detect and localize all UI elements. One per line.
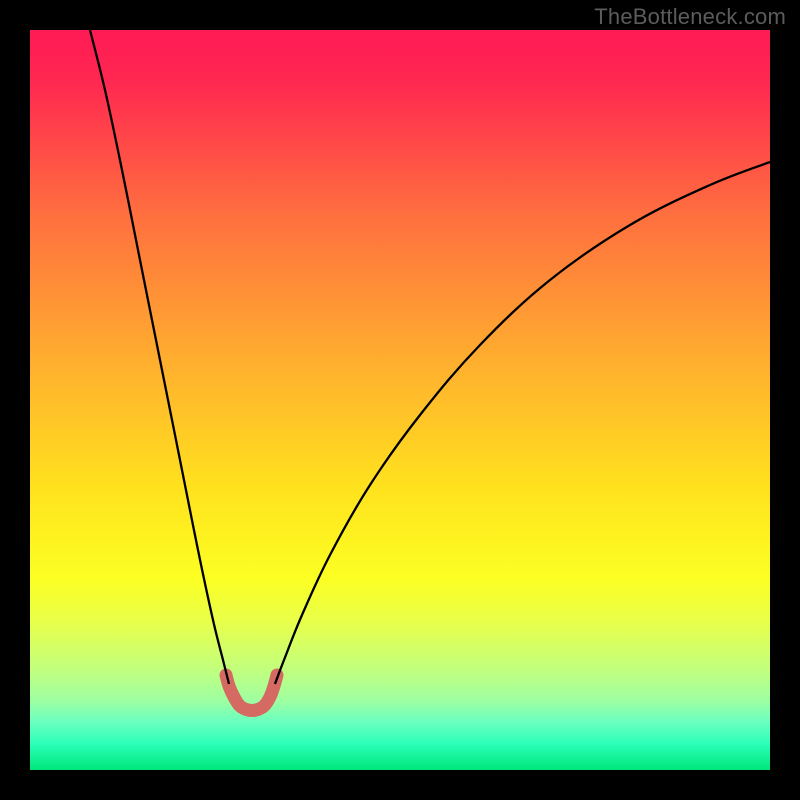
curve-layer: [30, 30, 770, 770]
right-arm: [275, 162, 770, 684]
left-arm: [90, 30, 229, 684]
plot-frame: [30, 30, 770, 770]
trough-highlight: [226, 675, 277, 711]
watermark-text: TheBottleneck.com: [594, 4, 786, 30]
